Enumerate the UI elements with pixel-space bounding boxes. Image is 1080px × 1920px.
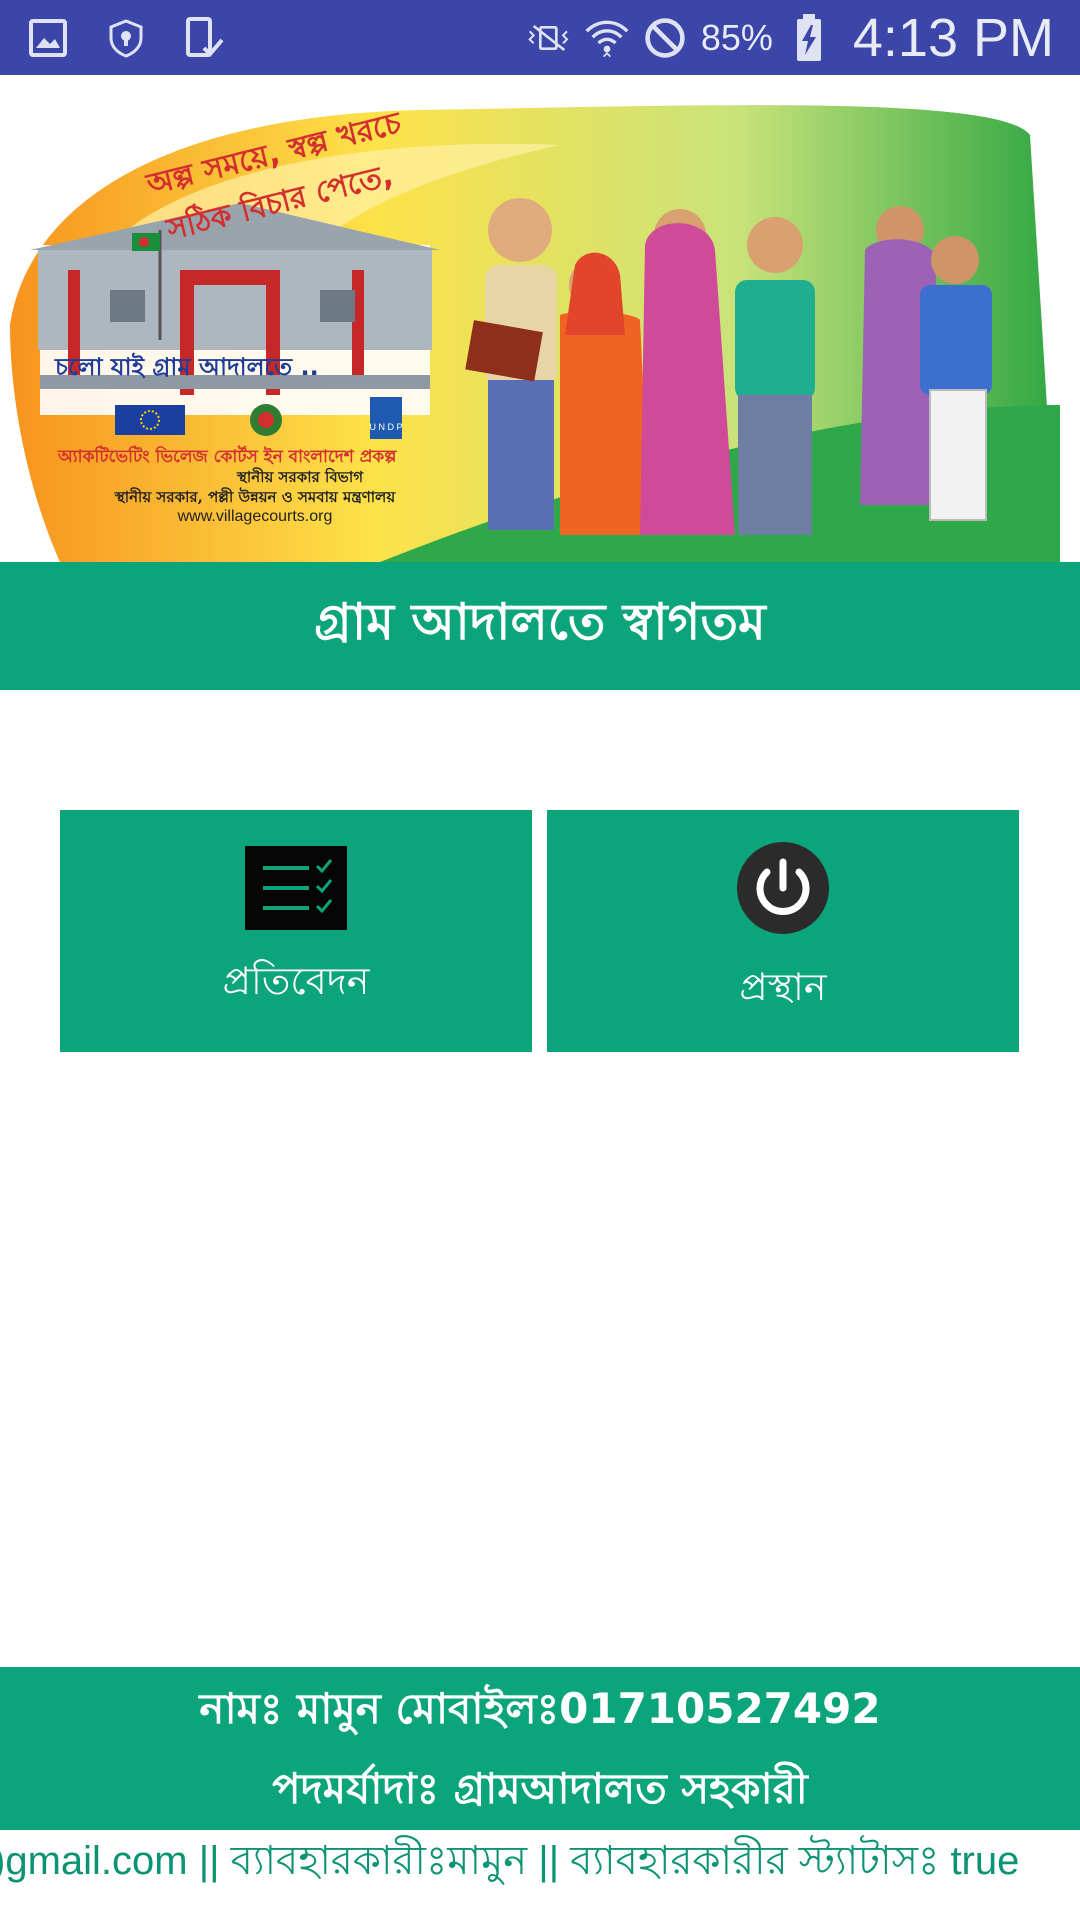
do-not-disturb-icon	[643, 16, 687, 60]
welcome-header: গ্রাম আদালতে স্বাগতম	[0, 562, 1080, 690]
status-ticker: )gmail.com || ব্যাবহারকারীঃমামুন || ব্যা…	[0, 1830, 1080, 1892]
status-bar: 85% 4:13 PM	[0, 0, 1080, 75]
image-icon	[26, 16, 70, 60]
checklist-icon	[245, 846, 347, 934]
exit-button[interactable]: প্রস্থান	[547, 810, 1019, 1052]
eu-logo	[115, 405, 185, 435]
undp-logo-text: U N D P	[369, 422, 402, 432]
user-info-footer: নামঃ মামুন মোবাইলঃ01710527492 পদমর্যাদাঃ…	[0, 1667, 1080, 1830]
user-designation: পদমর্যাদাঃ গ্রামআদালত সহকারী	[272, 1763, 808, 1813]
banner-department: স্থানীয় সরকার বিভাগ	[236, 467, 364, 486]
user-name-mobile: নামঃ মামুন মোবাইলঃ01710527492	[199, 1683, 881, 1733]
banner-call-to-action: চলো যাই গ্রাম আদালতে ..	[54, 352, 319, 381]
report-label: প্রতিবেদন	[222, 959, 370, 1003]
page-title: গ্রাম আদালতে স্বাগতম	[314, 592, 766, 651]
village-court-banner: অল্প সময়ে, স্বল্প খরচে সঠিক বিচার পেতে,…	[0, 75, 1080, 562]
banner-website: www.villagecourts.org	[177, 508, 333, 525]
report-button[interactable]: প্রতিবেদন	[60, 810, 532, 1052]
banner-ministry: স্থানীয় সরকার, পল্লী উন্নয়ন ও সমবায় ম…	[114, 487, 397, 506]
shield-icon	[104, 16, 148, 60]
phone-check-icon	[182, 16, 226, 60]
power-icon	[735, 840, 831, 940]
exit-label: প্রস্থান	[739, 965, 827, 1009]
battery-percent: 85%	[700, 16, 773, 58]
vibrate-off-icon	[527, 16, 571, 60]
banner-project-name: অ্যাকটিভেটিং ভিলেজ কোর্টস ইন বাংলাদেশ প্…	[57, 445, 397, 467]
clock: 4:13 PM	[852, 7, 1054, 68]
undp-logo	[370, 397, 402, 439]
ticker-text: )gmail.com || ব্যাবহারকারীঃমামুন || ব্যা…	[0, 1839, 1020, 1883]
battery-charging-icon	[787, 13, 831, 61]
wifi-icon	[585, 16, 629, 60]
